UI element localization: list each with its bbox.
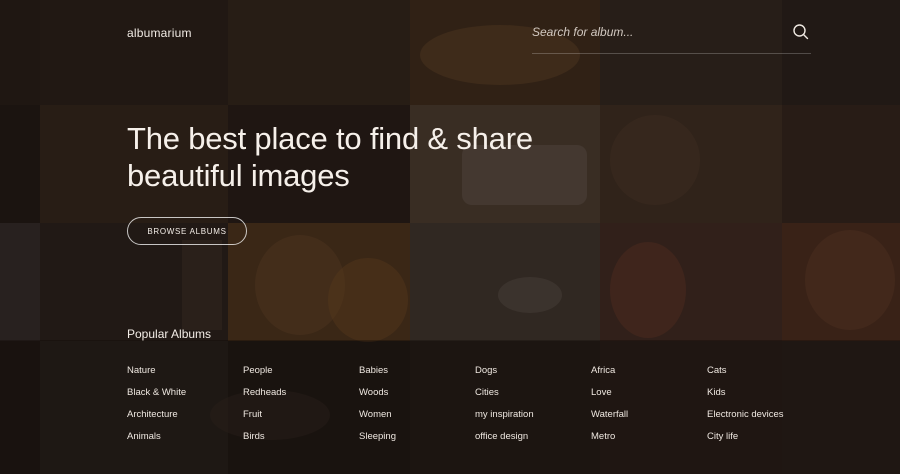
- album-link[interactable]: Nature: [127, 364, 237, 386]
- album-column: Babies Woods Women Sleeping: [359, 364, 469, 452]
- bg-tile: [0, 223, 40, 341]
- bg-tile: [0, 105, 40, 223]
- search-bar: [532, 14, 811, 54]
- album-link[interactable]: City life: [707, 430, 817, 452]
- album-link[interactable]: Woods: [359, 386, 469, 408]
- album-link[interactable]: Cities: [475, 386, 585, 408]
- brand-logo[interactable]: albumarium: [127, 26, 192, 40]
- album-link[interactable]: Architecture: [127, 408, 237, 430]
- album-link[interactable]: Animals: [127, 430, 237, 452]
- album-column: People Redheads Fruit Birds: [243, 364, 353, 452]
- bg-tile: [228, 0, 410, 105]
- album-link[interactable]: Birds: [243, 430, 353, 452]
- bg-tile: [600, 105, 782, 223]
- bg-woman-shape: [805, 230, 895, 330]
- bg-redhead-shape: [610, 242, 686, 338]
- bg-tile: [410, 223, 600, 341]
- search-input[interactable]: [532, 22, 762, 42]
- bg-pelican-shape: [498, 277, 562, 313]
- hero-title-line2: beautiful images: [127, 158, 350, 193]
- hero-title-line1: The best place to find & share: [127, 121, 533, 156]
- search-icon[interactable]: [791, 22, 811, 42]
- album-link[interactable]: Waterfall: [591, 408, 701, 430]
- album-link[interactable]: Women: [359, 408, 469, 430]
- bg-tile: [0, 341, 40, 474]
- bg-tile: [0, 0, 40, 105]
- album-link[interactable]: Love: [591, 386, 701, 408]
- bg-tile: [228, 223, 410, 341]
- album-link[interactable]: Sleeping: [359, 430, 469, 452]
- bg-tile: [600, 223, 782, 341]
- bg-building-shape: [182, 240, 222, 330]
- album-link[interactable]: People: [243, 364, 353, 386]
- bg-lion-shape: [255, 235, 345, 335]
- album-link[interactable]: Black & White: [127, 386, 237, 408]
- album-link[interactable]: Africa: [591, 364, 701, 386]
- bg-tiger-shape: [328, 258, 408, 342]
- album-link[interactable]: Cats: [707, 364, 817, 386]
- album-link[interactable]: Redheads: [243, 386, 353, 408]
- album-column: Nature Black & White Architecture Animal…: [127, 364, 237, 452]
- album-link[interactable]: my inspiration: [475, 408, 585, 430]
- hero-title: The best place to find & share beautiful…: [127, 120, 597, 194]
- album-link[interactable]: Metro: [591, 430, 701, 452]
- bg-tile: [782, 223, 900, 341]
- album-link[interactable]: Dogs: [475, 364, 585, 386]
- page: albumarium The best place to find & shar…: [0, 0, 900, 474]
- popular-albums-heading: Popular Albums: [127, 327, 212, 341]
- bg-child-shape: [610, 115, 700, 205]
- album-column: Africa Love Waterfall Metro: [591, 364, 701, 452]
- album-link[interactable]: office design: [475, 430, 585, 452]
- album-column: Dogs Cities my inspiration office design: [475, 364, 585, 452]
- album-link[interactable]: Kids: [707, 386, 817, 408]
- album-link[interactable]: Babies: [359, 364, 469, 386]
- bg-tile: [782, 105, 900, 223]
- album-link[interactable]: Fruit: [243, 408, 353, 430]
- album-link[interactable]: Electronic devices: [707, 408, 817, 430]
- album-column: Cats Kids Electronic devices City life: [707, 364, 817, 452]
- bg-tile: [40, 0, 228, 105]
- browse-albums-button[interactable]: BROWSE ALBUMS: [127, 217, 247, 245]
